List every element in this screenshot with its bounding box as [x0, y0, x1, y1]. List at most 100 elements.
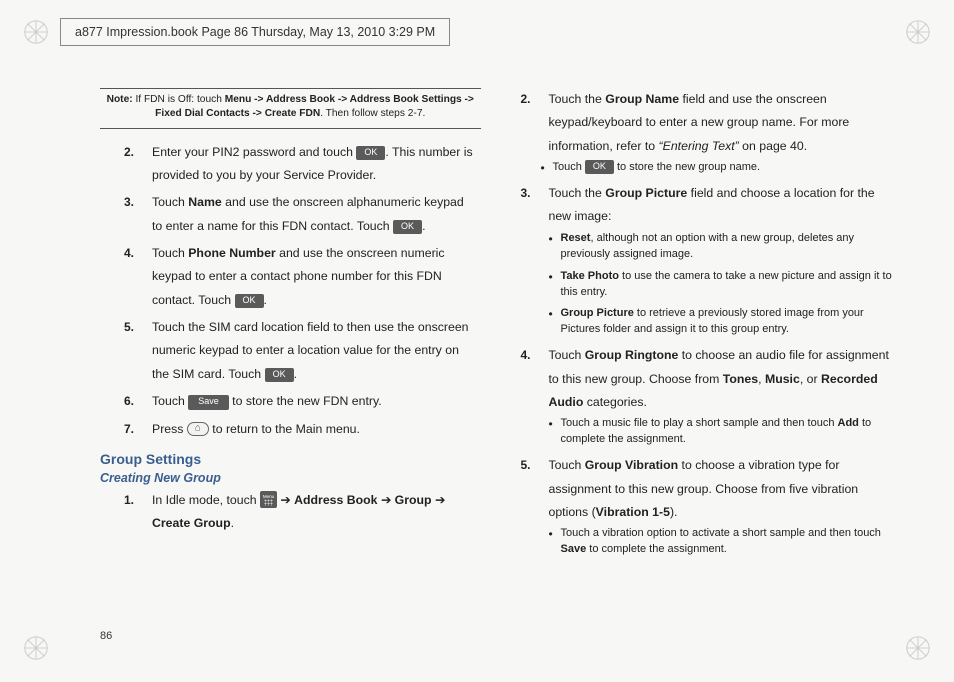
step-number: 6. — [124, 390, 134, 413]
opt-save: Save — [561, 543, 587, 555]
step-text: . — [294, 367, 297, 381]
right-step-5: 5. Touch Group Vibration to choose a vib… — [549, 454, 900, 558]
field-group-name: Group Name — [605, 92, 679, 106]
step-text: . — [231, 516, 234, 530]
steps-list: 2. Enter your PIN2 password and touch OK… — [100, 141, 481, 441]
step-number: 2. — [124, 141, 134, 164]
sep: , — [758, 372, 765, 386]
note-label: Note: — [107, 94, 133, 105]
step-2: 2. Enter your PIN2 password and touch OK… — [152, 141, 481, 188]
step-text: Touch — [152, 246, 188, 260]
step-number: 2. — [521, 88, 531, 111]
field-group-picture: Group Picture — [605, 186, 687, 200]
step-text: on page 40. — [739, 139, 807, 153]
opt-vibration: Vibration 1-5 — [596, 505, 670, 519]
arrow-icon: ➔ — [277, 493, 294, 507]
home-key-icon — [187, 422, 209, 436]
step-text: Touch — [152, 195, 188, 209]
ok-button-icon: OK — [356, 146, 385, 160]
bullet-text: , although not an option with a new grou… — [561, 232, 855, 260]
field-group-ringtone: Group Ringtone — [585, 348, 679, 362]
path-group: Group — [395, 493, 432, 507]
step-1-create-group: 1. In Idle mode, touch ➔ Address Book ➔ … — [152, 489, 481, 536]
section-heading-group-settings: Group Settings — [100, 451, 481, 467]
ok-button-icon: OK — [585, 160, 614, 174]
bullet-take-photo: Take Photo to use the camera to take a n… — [561, 269, 896, 301]
page-header: a877 Impression.book Page 86 Thursday, M… — [60, 18, 450, 46]
right-steps-list: 2. Touch the Group Name field and use th… — [519, 88, 900, 558]
step-text: to return to the Main menu. — [209, 422, 360, 436]
right-step-4: 4. Touch Group Ringtone to choose an aud… — [549, 344, 900, 448]
field-phone-number: Phone Number — [188, 246, 275, 260]
step-text: Touch the — [549, 186, 606, 200]
step-text: Touch — [549, 348, 585, 362]
opt-tones: Tones — [723, 372, 758, 386]
opt-take-photo: Take Photo — [561, 270, 619, 282]
opt-music: Music — [765, 372, 800, 386]
path-address-book: Address Book — [294, 493, 377, 507]
save-button-icon: Save — [188, 395, 229, 409]
step-number: 5. — [124, 316, 134, 339]
field-group-vibration: Group Vibration — [585, 458, 678, 472]
ok-button-icon: OK — [235, 294, 264, 308]
step-5: 5. Touch the SIM card location field to … — [152, 316, 481, 386]
steps-list-2: 1. In Idle mode, touch ➔ Address Book ➔ … — [100, 489, 481, 536]
step-number: 4. — [521, 344, 531, 367]
step-6: 6. Touch Save to store the new FDN entry… — [152, 390, 481, 413]
step-text: Touch — [152, 394, 188, 408]
bullet-store-name: Touch OK to store the new group name. — [553, 160, 896, 176]
step-text: Enter your PIN2 password and touch — [152, 145, 356, 159]
ok-button-icon: OK — [265, 368, 294, 382]
corner-decoration-icon — [22, 18, 50, 46]
note-box: Note: If FDN is Off: touch Menu -> Addre… — [100, 88, 481, 129]
right-step-3: 3. Touch the Group Picture field and cho… — [549, 182, 900, 338]
corner-decoration-icon — [904, 18, 932, 46]
xref-entering-text: “Entering Text” — [659, 139, 739, 153]
arrow-icon: ➔ — [378, 493, 395, 507]
section-subheading-creating-group: Creating New Group — [100, 471, 481, 485]
step-number: 4. — [124, 242, 134, 265]
step-text: ). — [670, 505, 678, 519]
step-text: to store the new FDN entry. — [229, 394, 382, 408]
step-text: Touch the — [549, 92, 606, 106]
corner-decoration-icon — [22, 634, 50, 662]
bullet-text: to store the new group name. — [614, 161, 760, 173]
step-number: 7. — [124, 418, 134, 441]
step-3: 3. Touch Name and use the onscreen alpha… — [152, 191, 481, 238]
step-number: 3. — [521, 182, 531, 205]
bullet-vibration-save: Touch a vibration option to activate a s… — [561, 526, 896, 558]
ok-button-icon: OK — [393, 220, 422, 234]
opt-reset: Reset — [561, 232, 591, 244]
note-text1: If FDN is Off: touch — [133, 94, 225, 105]
bullet-text: Touch a vibration option to activate a s… — [561, 527, 881, 539]
step-text: Touch — [549, 458, 585, 472]
bullet-reset: Reset, although not an option with a new… — [561, 231, 896, 263]
bullet-add-music: Touch a music file to play a short sampl… — [561, 416, 896, 448]
note-text2: . Then follow steps 2-7. — [320, 108, 425, 119]
bullet-text: to complete the assignment. — [586, 543, 727, 555]
bullet-group-picture: Group Picture to retrieve a previously s… — [561, 306, 896, 338]
step-text: . — [422, 219, 425, 233]
step-text: Touch the SIM card location field to the… — [152, 320, 469, 381]
step-text: categories. — [583, 395, 647, 409]
step-text: In Idle mode, touch — [152, 493, 260, 507]
corner-decoration-icon — [904, 634, 932, 662]
right-column: 2. Touch the Group Name field and use th… — [519, 88, 900, 622]
bullet-text: Touch — [553, 161, 585, 173]
step-text: . — [264, 293, 267, 307]
page-number: 86 — [100, 630, 112, 642]
opt-group-picture: Group Picture — [561, 307, 634, 319]
field-name: Name — [188, 195, 222, 209]
step-number: 5. — [521, 454, 531, 477]
step-4: 4. Touch Phone Number and use the onscre… — [152, 242, 481, 312]
bullet-text: Touch a music file to play a short sampl… — [561, 417, 838, 429]
arrow-icon: ➔ — [432, 493, 446, 507]
step-7: 7. Press to return to the Main menu. — [152, 418, 481, 441]
step-number: 1. — [124, 489, 134, 512]
step-text: Press — [152, 422, 187, 436]
left-column: Note: If FDN is Off: touch Menu -> Addre… — [100, 88, 481, 622]
menu-key-icon — [260, 491, 277, 508]
opt-add: Add — [838, 417, 859, 429]
step-number: 3. — [124, 191, 134, 214]
right-step-2: 2. Touch the Group Name field and use th… — [549, 88, 900, 176]
